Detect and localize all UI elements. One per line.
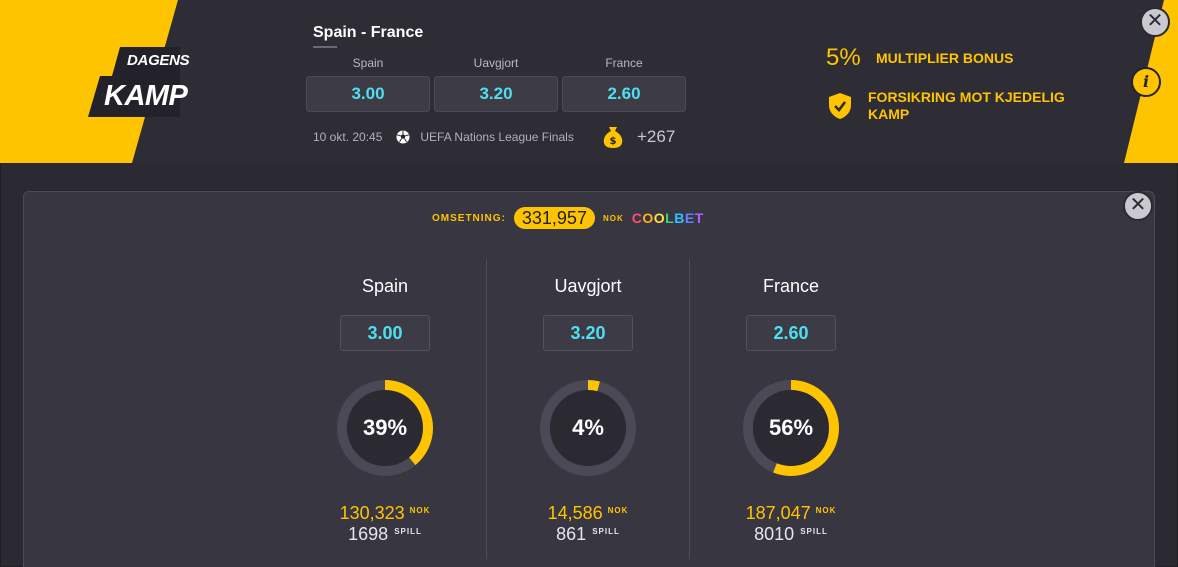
match-title[interactable]: Spain - France bbox=[313, 24, 423, 42]
odds-column-away: France 2.60 bbox=[562, 56, 686, 112]
title-underline bbox=[313, 46, 337, 48]
football-icon bbox=[396, 130, 410, 144]
kamp-label: KAMP bbox=[104, 80, 188, 112]
odds-label-draw: Uavgjort bbox=[473, 56, 519, 70]
close-icon[interactable]: ✕ bbox=[1140, 7, 1170, 37]
outcome-home: Spain 3.00 39% 130,323 NOK 1698 SPILL bbox=[285, 272, 485, 544]
outcome-odds-button[interactable]: 3.20 bbox=[543, 315, 633, 351]
dagens-kamp-banner: DAGENS KAMP Spain - France Spain 3.00 Ua… bbox=[0, 0, 1178, 163]
stake-unit: NOK bbox=[607, 506, 629, 515]
panel-close-icon[interactable]: ✕ bbox=[1123, 191, 1153, 221]
coolbet-logo: COOLBET bbox=[631, 210, 704, 226]
outcome-name: Uavgjort bbox=[554, 276, 622, 296]
odds-label-home: Spain bbox=[352, 56, 384, 70]
stake-row: 14,586 NOK bbox=[488, 503, 688, 523]
outcome-odds-button[interactable]: 2.60 bbox=[746, 315, 836, 351]
stake-row: 130,323 NOK bbox=[285, 503, 485, 523]
bet-count: 861 bbox=[556, 524, 587, 544]
percent-ring: 4% bbox=[539, 379, 637, 477]
bet-count: 1698 bbox=[348, 524, 389, 544]
stake-amount: 187,047 bbox=[745, 503, 811, 523]
outcome-name: Spain bbox=[361, 276, 409, 296]
bet-unit: SPILL bbox=[800, 527, 828, 536]
bet-unit: SPILL bbox=[592, 527, 620, 536]
bet-count: 8010 bbox=[754, 524, 795, 544]
turnover-bar: OMSETNING: 331,957 NOK COOLBET bbox=[432, 206, 704, 230]
outcome-name: France bbox=[762, 276, 820, 296]
svg-text:$: $ bbox=[610, 136, 617, 147]
odds-column-home: Spain 3.00 bbox=[306, 56, 430, 112]
percent-ring: 56% bbox=[742, 379, 840, 477]
percent-ring: 39% bbox=[336, 379, 434, 477]
stake-amount: 130,323 bbox=[339, 503, 405, 523]
info-icon[interactable]: i bbox=[1131, 67, 1161, 97]
bets-row: 8010 SPILL bbox=[691, 524, 891, 544]
percent-label: 4% bbox=[572, 415, 604, 440]
percent-label: 39% bbox=[362, 415, 408, 440]
dagens-label: DAGENS bbox=[127, 52, 190, 69]
odds-label-away: France bbox=[605, 56, 643, 70]
turnover-currency: NOK bbox=[602, 213, 624, 223]
competition-name[interactable]: UEFA Nations League Finals bbox=[420, 130, 573, 144]
turnover-label: OMSETNING: bbox=[432, 212, 506, 224]
bet-unit: SPILL bbox=[394, 527, 422, 536]
outcome-draw: Uavgjort 3.20 4% 14,586 NOK 861 SPILL bbox=[488, 272, 688, 544]
bonus-percent: 5% bbox=[826, 44, 861, 71]
match-datetime: 10 okt. 20:45 bbox=[313, 130, 383, 144]
odds-column-draw: Uavgjort 3.20 bbox=[434, 56, 558, 112]
odds-button-draw[interactable]: 3.20 bbox=[434, 76, 558, 112]
stake-unit: NOK bbox=[815, 506, 837, 515]
bets-row: 1698 SPILL bbox=[285, 524, 485, 544]
outcome-away: France 2.60 56% 187,047 NOK 8010 SPILL bbox=[691, 272, 891, 544]
odds-button-away[interactable]: 2.60 bbox=[562, 76, 686, 112]
shield-check-icon bbox=[829, 93, 851, 119]
column-divider bbox=[486, 259, 487, 559]
stake-row: 187,047 NOK bbox=[691, 503, 891, 523]
stake-unit: NOK bbox=[409, 506, 431, 515]
bonus-label: MULTIPLIER BONUS bbox=[876, 50, 1014, 66]
insurance-label: FORSIKRING MOT KJEDELIG KAMP bbox=[868, 89, 1065, 122]
stake-amount: 14,586 bbox=[547, 503, 603, 523]
turnover-value: 331,957 bbox=[513, 207, 595, 229]
money-bag-icon: $ bbox=[603, 127, 623, 148]
percent-label: 56% bbox=[768, 415, 814, 440]
column-divider bbox=[689, 259, 690, 559]
match-meta: 10 okt. 20:45 UEFA Nations League Finals bbox=[313, 127, 574, 147]
more-markets-count[interactable]: +267 bbox=[637, 127, 675, 147]
odds-button-home[interactable]: 3.00 bbox=[306, 76, 430, 112]
outcome-odds-button[interactable]: 3.00 bbox=[340, 315, 430, 351]
bets-row: 861 SPILL bbox=[488, 524, 688, 544]
